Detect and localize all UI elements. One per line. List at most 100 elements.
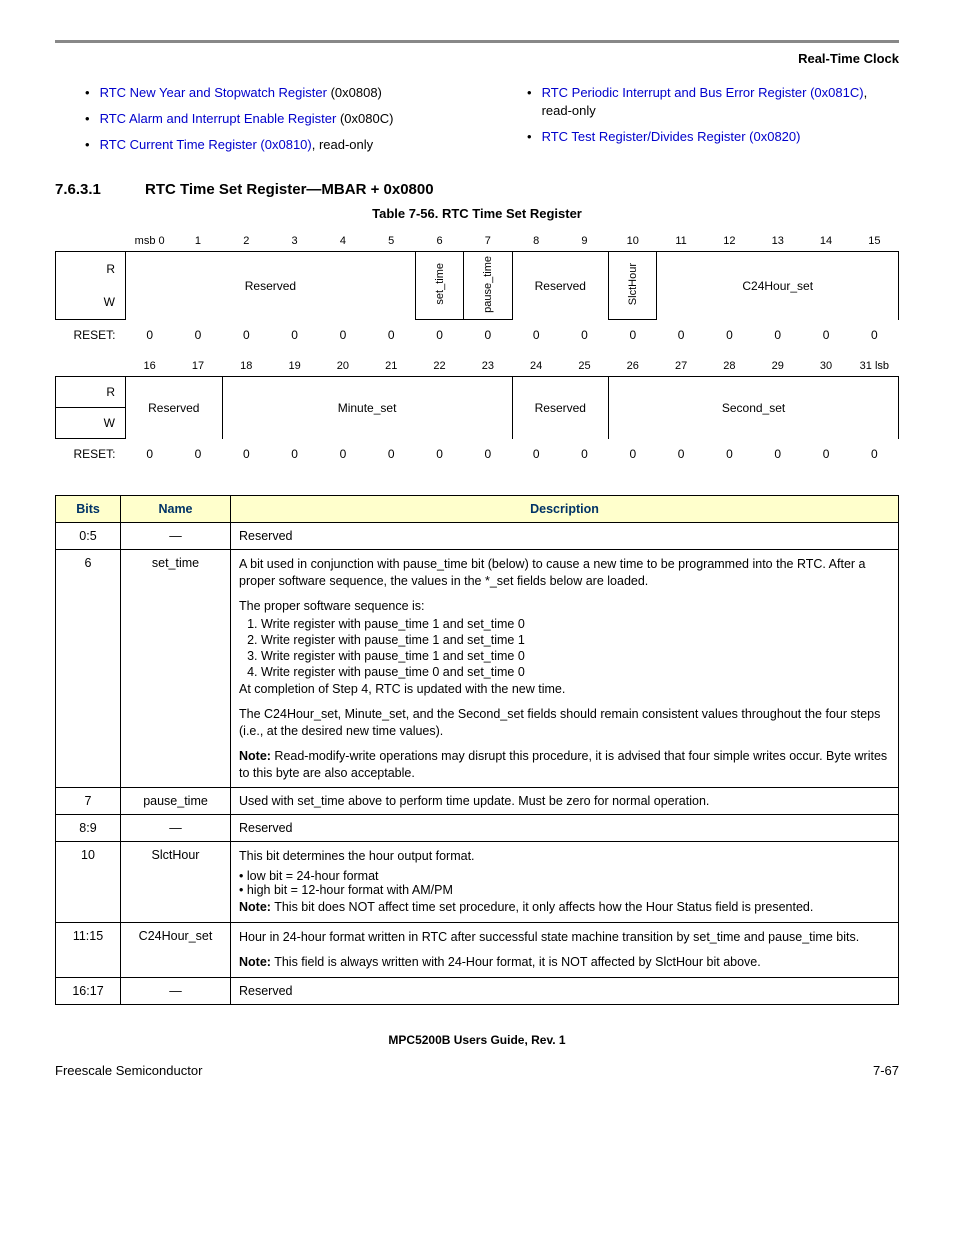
cell-bits: 8:9 xyxy=(56,815,121,842)
reset-val: 0 xyxy=(609,320,657,357)
footer-row: Freescale Semiconductor 7-67 xyxy=(55,1063,899,1078)
bit-num: 27 xyxy=(657,356,705,377)
reset-val: 0 xyxy=(657,439,705,476)
link-text: RTC Current Time Register (0x0810), read… xyxy=(100,136,374,154)
desc-bullets: low bit = 24-hour format high bit = 12-h… xyxy=(239,869,890,897)
reset-val: 0 xyxy=(609,439,657,476)
link-text: RTC Test Register/Divides Register (0x08… xyxy=(542,128,801,146)
bit-num: 29 xyxy=(754,356,802,377)
reset-val: 0 xyxy=(415,439,463,476)
reset-val: 0 xyxy=(705,320,753,357)
bit-num: 26 xyxy=(609,356,657,377)
rw-label: R xyxy=(56,377,126,408)
reset-val: 0 xyxy=(802,320,850,357)
desc-paragraph: A bit used in conjunction with pause_tim… xyxy=(239,556,890,590)
cell-name: set_time xyxy=(121,550,231,788)
top-rule xyxy=(55,40,899,43)
link[interactable]: RTC Periodic Interrupt and Bus Error Reg… xyxy=(542,85,864,100)
link-item: • RTC Test Register/Divides Register (0x… xyxy=(497,128,899,146)
desc-steps: Write register with pause_time 1 and set… xyxy=(261,617,890,679)
reset-row: RESET: 0 0 0 0 0 0 0 0 0 0 0 0 0 0 0 0 xyxy=(56,439,899,476)
table-header-row: Bits Name Description xyxy=(56,496,899,523)
footer-page: 7-67 xyxy=(873,1063,899,1078)
bit-num: 5 xyxy=(367,231,415,252)
reset-val: 0 xyxy=(802,439,850,476)
bit-num: 7 xyxy=(464,231,512,252)
cell-bits: 16:17 xyxy=(56,977,121,1004)
field-reserved: Reserved xyxy=(512,377,609,439)
desc-note: Note: This bit does NOT affect time set … xyxy=(239,899,890,916)
bit-num: 21 xyxy=(367,356,415,377)
reset-val: 0 xyxy=(754,439,802,476)
footer-doc-title: MPC5200B Users Guide, Rev. 1 xyxy=(55,1033,899,1047)
desc-note: Note: Read-modify-write operations may d… xyxy=(239,748,890,782)
cell-name: pause_time xyxy=(121,788,231,815)
reset-val: 0 xyxy=(270,320,318,357)
bit-num: 9 xyxy=(560,231,608,252)
bit-num: 1 xyxy=(174,231,222,252)
reset-val: 0 xyxy=(850,320,898,357)
cell-bits: 0:5 xyxy=(56,523,121,550)
section-heading: 7.6.3.1 RTC Time Set Register—MBAR + 0x0… xyxy=(55,181,899,198)
cell-name: SlctHour xyxy=(121,842,231,923)
field-reserved: Reserved xyxy=(126,377,223,439)
cell-bits: 6 xyxy=(56,550,121,788)
link-suffix: , read-only xyxy=(312,137,373,152)
bit-num: 20 xyxy=(319,356,367,377)
reset-val: 0 xyxy=(850,439,898,476)
cell-desc: A bit used in conjunction with pause_tim… xyxy=(231,550,899,788)
bit-num: 12 xyxy=(705,231,753,252)
reset-val: 0 xyxy=(560,439,608,476)
bit-num: 28 xyxy=(705,356,753,377)
table-row: 0:5 — Reserved xyxy=(56,523,899,550)
bit-num: 15 xyxy=(850,231,898,252)
reset-label: RESET: xyxy=(56,320,126,357)
list-item: Write register with pause_time 0 and set… xyxy=(261,665,890,679)
footer-left: Freescale Semiconductor xyxy=(55,1063,202,1078)
reset-val: 0 xyxy=(367,439,415,476)
section-title: RTC Time Set Register—MBAR + 0x0800 xyxy=(145,181,434,198)
table-caption: Table 7-56. RTC Time Set Register xyxy=(55,206,899,221)
link[interactable]: RTC New Year and Stopwatch Register xyxy=(100,85,327,100)
links-right-col: • RTC Periodic Interrupt and Bus Error R… xyxy=(497,84,899,163)
list-item: Write register with pause_time 1 and set… xyxy=(261,617,890,631)
list-item: Write register with pause_time 1 and set… xyxy=(261,649,890,663)
bit-num: msb 0 xyxy=(126,231,174,252)
field-second: Second_set xyxy=(609,377,899,439)
table-row: 8:9 — Reserved xyxy=(56,815,899,842)
reset-val: 0 xyxy=(174,439,222,476)
list-item: high bit = 12-hour format with AM/PM xyxy=(239,883,890,897)
desc-paragraph: This bit determines the hour output form… xyxy=(239,848,890,865)
reset-val: 0 xyxy=(319,439,367,476)
bit-num: 2 xyxy=(222,231,270,252)
list-item: Write register with pause_time 1 and set… xyxy=(261,633,890,647)
links-left-col: • RTC New Year and Stopwatch Register (0… xyxy=(55,84,457,163)
field-row-r: R Reserved set_time pause_time Reserved … xyxy=(56,251,899,285)
bit-num: 23 xyxy=(464,356,512,377)
bit-num: 31 lsb xyxy=(850,356,898,377)
reset-label: RESET: xyxy=(56,439,126,476)
rw-label: W xyxy=(56,286,126,320)
col-header-bits: Bits xyxy=(56,496,121,523)
reset-val: 0 xyxy=(174,320,222,357)
table-row: 11:15 C24Hour_set Hour in 24-hour format… xyxy=(56,923,899,978)
desc-paragraph: At completion of Step 4, RTC is updated … xyxy=(239,681,890,698)
link[interactable]: RTC Alarm and Interrupt Enable Register xyxy=(100,111,337,126)
col-header-desc: Description xyxy=(231,496,899,523)
cell-name: C24Hour_set xyxy=(121,923,231,978)
desc-paragraph: The C24Hour_set, Minute_set, and the Sec… xyxy=(239,706,890,740)
list-item: low bit = 24-hour format xyxy=(239,869,890,883)
link[interactable]: RTC Current Time Register (0x0810) xyxy=(100,137,312,152)
bullet-icon: • xyxy=(85,84,90,102)
cell-desc: Reserved xyxy=(231,977,899,1004)
bit-num: 10 xyxy=(609,231,657,252)
bullet-icon: • xyxy=(85,136,90,154)
link-text: RTC New Year and Stopwatch Register (0x0… xyxy=(100,84,382,102)
reset-val: 0 xyxy=(512,439,560,476)
cell-name: — xyxy=(121,977,231,1004)
bit-num: 16 xyxy=(126,356,174,377)
reset-row: RESET: 0 0 0 0 0 0 0 0 0 0 0 0 0 0 0 0 xyxy=(56,320,899,357)
cell-desc: Reserved xyxy=(231,815,899,842)
bit-num: 19 xyxy=(270,356,318,377)
link[interactable]: RTC Test Register/Divides Register (0x08… xyxy=(542,129,801,144)
